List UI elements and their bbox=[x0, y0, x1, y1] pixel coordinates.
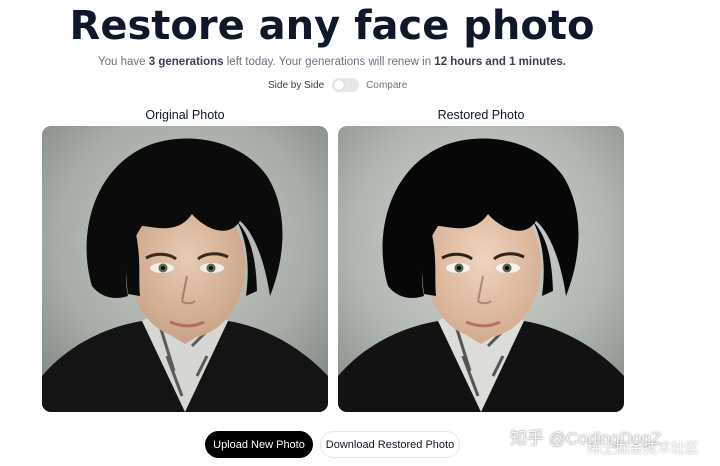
restore-page: Restore any face photo You have 3 genera… bbox=[0, 0, 720, 466]
restored-photo bbox=[338, 126, 624, 412]
view-mode-toggle-row: Side by Side Compare bbox=[268, 78, 407, 92]
subtitle-prefix: You have bbox=[98, 56, 149, 68]
generations-info: You have 3 generations left today. Your … bbox=[0, 56, 664, 68]
restored-photo-label: Restored Photo bbox=[437, 108, 525, 122]
toggle-knob bbox=[334, 80, 345, 90]
view-mode-toggle[interactable] bbox=[332, 78, 360, 92]
original-photo-label: Original Photo bbox=[145, 108, 225, 122]
watermark-text-secondary: 稀土掘金技术社区 bbox=[587, 440, 699, 456]
compare-label: Compare bbox=[366, 79, 408, 91]
upload-new-photo-button[interactable]: Upload New Photo bbox=[205, 431, 313, 458]
original-photo bbox=[42, 126, 328, 412]
subtitle-mid: left today. Your generations will renew … bbox=[223, 56, 435, 68]
side-by-side-label: Side by Side bbox=[268, 79, 325, 91]
generations-count: 3 generations bbox=[148, 56, 224, 68]
download-restored-photo-button[interactable]: Download Restored Photo bbox=[320, 431, 460, 458]
renew-time: 12 hours and 1 minutes. bbox=[434, 56, 566, 68]
page-title: Restore any face photo bbox=[69, 3, 595, 49]
